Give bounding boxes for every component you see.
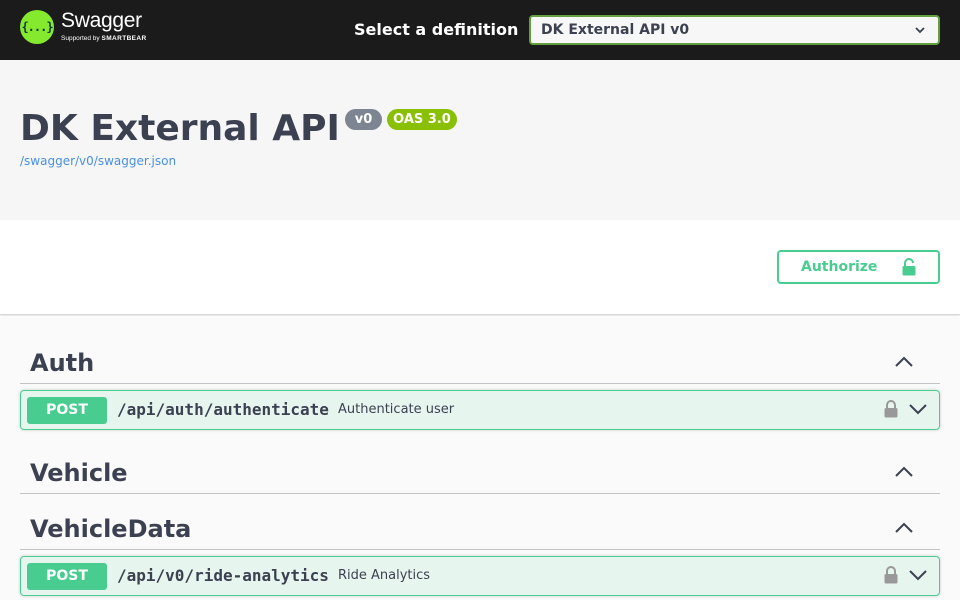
logo-title: Swagger [61, 9, 142, 32]
tag-section-auth[interactable]: Auth [20, 336, 940, 384]
lock-icon [902, 258, 916, 276]
chevron-up-icon[interactable] [894, 518, 914, 538]
swagger-logo-icon: {...} [20, 10, 54, 44]
operation-path: /api/v0/ride-analytics [117, 566, 329, 585]
topbar: {...} Swagger Supported by SMARTBEAR Sel… [0, 0, 960, 60]
api-title: DK External API [20, 108, 340, 149]
spec-url-link[interactable]: /swagger/v0/swagger.json [20, 154, 176, 168]
scheme-container: Authorize [0, 220, 960, 315]
version-badge: v0 [345, 109, 382, 130]
authorize-button[interactable]: Authorize [777, 250, 940, 284]
chevron-down-icon[interactable] [907, 565, 929, 585]
logo-glyph: {...} [21, 20, 53, 34]
tag-section-vehicle[interactable]: Vehicle [20, 446, 940, 494]
logo-sub-prefix: Supported by [61, 35, 100, 42]
authorize-label: Authorize [801, 259, 878, 275]
operation-summary: Authenticate user [338, 402, 455, 417]
tag-section-vehicledata[interactable]: VehicleData [20, 502, 940, 550]
chevron-down-icon[interactable] [907, 399, 929, 419]
swagger-logo[interactable]: {...} Swagger Supported by SMARTBEAR [20, 10, 147, 44]
chevron-up-icon[interactable] [894, 462, 914, 482]
logo-sub-brand: SMARTBEAR [101, 35, 147, 42]
opblock-post-authenticate[interactable]: POST /api/auth/authenticate Authenticate… [20, 390, 940, 430]
lock-icon[interactable] [883, 399, 899, 419]
tag-name: Vehicle [30, 459, 128, 487]
definition-select-value: DK External API v0 [541, 22, 690, 38]
lock-icon[interactable] [883, 565, 899, 585]
definition-select[interactable]: DK External API v0 [529, 15, 940, 45]
method-badge: POST [27, 563, 107, 590]
definition-label: Select a definition [354, 20, 519, 39]
operations-section: Auth POST /api/auth/authenticate Authent… [0, 316, 960, 600]
method-badge: POST [27, 397, 107, 424]
operation-summary: Ride Analytics [338, 568, 431, 583]
logo-subtitle: Supported by SMARTBEAR [61, 34, 147, 44]
operation-path: /api/auth/authenticate [117, 400, 329, 419]
info-section: DK External API v0 OAS 3.0 /swagger/v0/s… [0, 60, 960, 220]
chevron-up-icon[interactable] [894, 352, 914, 372]
opblock-post-ride-analytics[interactable]: POST /api/v0/ride-analytics Ride Analyti… [20, 556, 940, 596]
tag-name: Auth [30, 349, 95, 377]
chevron-down-icon [915, 27, 925, 34]
tag-name: VehicleData [30, 515, 192, 543]
oas-badge: OAS 3.0 [387, 109, 457, 130]
logo-text: Swagger Supported by SMARTBEAR [61, 10, 147, 44]
